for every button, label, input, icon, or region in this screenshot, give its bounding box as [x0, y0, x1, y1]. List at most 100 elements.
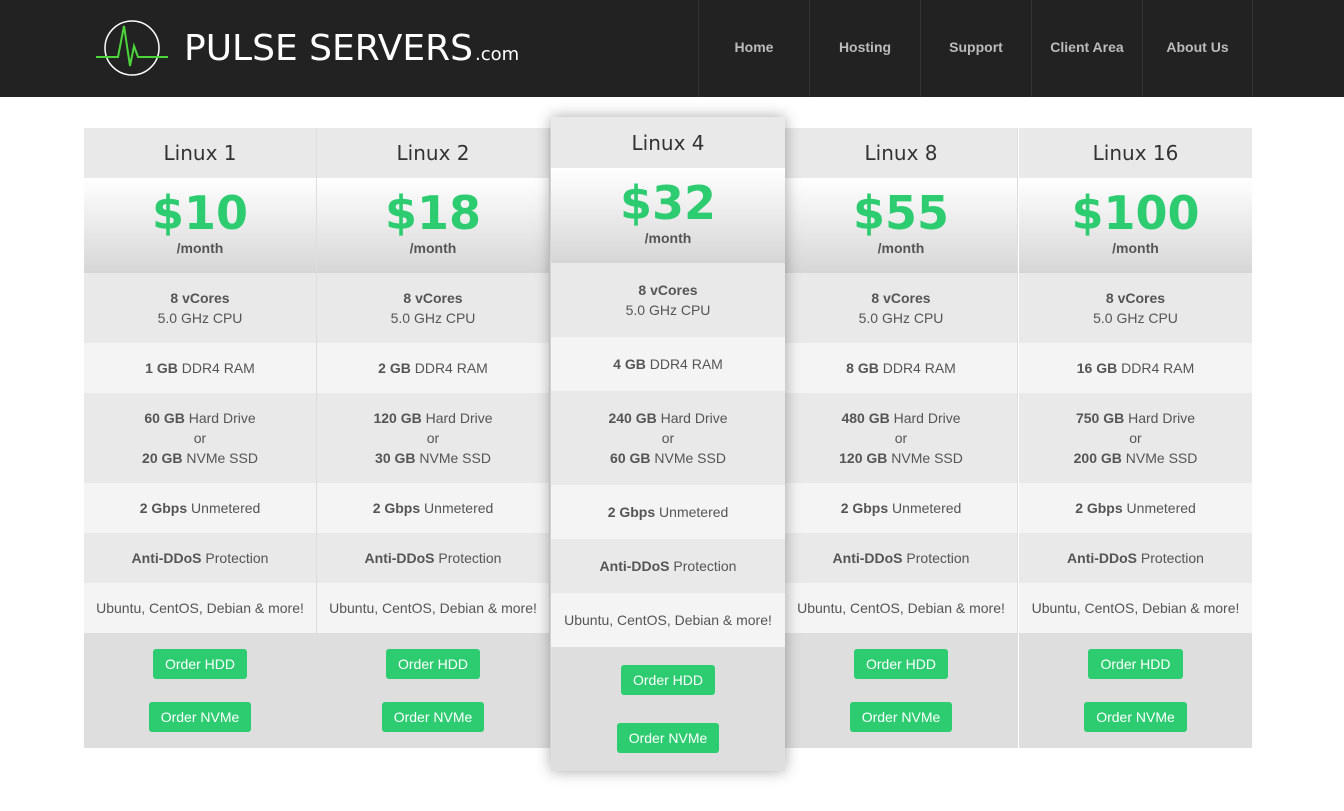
cpu-feature: 8 vCores 5.0 GHz CPU	[551, 263, 785, 337]
bandwidth-label: Unmetered	[892, 500, 962, 516]
cores: 8 vCores	[638, 282, 698, 298]
bandwidth: 2 Gbps	[372, 500, 421, 516]
os-feature: Ubuntu, CentOS, Debian & more!	[1019, 583, 1252, 633]
plan-price: $32 /month	[551, 168, 785, 263]
storage-feature: 240 GB Hard Drive or 60 GB NVMe SSD	[551, 391, 785, 485]
pulse-logo-icon	[96, 20, 168, 76]
pricing-column: Linux 4 $32 /month 8 vCores 5.0 GHz CPU 4…	[551, 117, 785, 771]
ssd-label: NVMe SSD	[419, 450, 491, 466]
cpu-feature: 8 vCores 5.0 GHz CPU	[1019, 273, 1252, 343]
ram-label: DDR4 RAM	[882, 360, 956, 376]
price-period: /month	[877, 239, 925, 256]
order-nvme-button[interactable]: Order NVMe	[381, 702, 485, 733]
bandwidth: 2 Gbps	[607, 504, 656, 520]
cpu-feature: 8 vCores 5.0 GHz CPU	[785, 273, 1017, 343]
order-hdd-button[interactable]: Order HDD	[620, 665, 715, 695]
order-buttons: Order HDD Order NVMe	[84, 633, 316, 748]
ddos-feature: Anti-DDoS Protection	[84, 533, 316, 583]
bandwidth-label: Unmetered	[424, 500, 494, 516]
ssd-size: 30 GB	[375, 450, 416, 466]
order-nvme-button[interactable]: Order NVMe	[148, 702, 252, 733]
ddos-label: Protection	[205, 550, 269, 566]
ssd-size: 20 GB	[142, 450, 183, 466]
bandwidth-feature: 2 Gbps Unmetered	[317, 483, 549, 533]
ddos: Anti-DDoS	[1067, 550, 1138, 566]
plan-name: Linux 1	[84, 128, 316, 178]
pricing-column: Linux 8 $55 /month 8 vCores 5.0 GHz CPU 8…	[785, 128, 1018, 748]
pricing-column: Linux 2 $18 /month 8 vCores 5.0 GHz CPU 2…	[317, 128, 550, 748]
order-nvme-button[interactable]: Order NVMe	[1084, 702, 1187, 733]
storage-feature: 120 GB Hard Drive or 30 GB NVMe SSD	[317, 393, 549, 483]
ssd-label: NVMe SSD	[654, 450, 726, 466]
storage-feature: 750 GB Hard Drive or 200 GB NVMe SSD	[1019, 393, 1252, 483]
ddos-feature: Anti-DDoS Protection	[317, 533, 549, 583]
nav-about-us[interactable]: About Us	[1142, 0, 1253, 97]
order-hdd-button[interactable]: Order HDD	[853, 648, 948, 679]
ddos-label: Protection	[438, 550, 502, 566]
order-buttons: Order HDD Order NVMe	[1019, 633, 1252, 748]
order-hdd-button[interactable]: Order HDD	[152, 648, 247, 679]
ddos-feature: Anti-DDoS Protection	[551, 539, 785, 593]
plan-price: $55 /month	[785, 178, 1017, 273]
plan-name: Linux 4	[551, 117, 785, 168]
ram-size: 2 GB	[378, 360, 411, 376]
order-hdd-button[interactable]: Order HDD	[1088, 648, 1183, 679]
pricing-column: Linux 1 $10 /month 8 vCores 5.0 GHz CPU 1…	[84, 128, 317, 748]
nav-hosting[interactable]: Hosting	[809, 0, 920, 97]
ddos-label: Protection	[906, 550, 970, 566]
ddos: Anti-DDoS	[131, 550, 202, 566]
nav-home[interactable]: Home	[698, 0, 809, 97]
ssd-label: NVMe SSD	[1125, 450, 1198, 466]
cores: 8 vCores	[871, 290, 931, 306]
bandwidth-label: Unmetered	[1126, 500, 1196, 516]
price-period: /month	[176, 239, 224, 256]
os-feature: Ubuntu, CentOS, Debian & more!	[551, 593, 785, 647]
order-buttons: Order HDD Order NVMe	[317, 633, 549, 748]
bandwidth-feature: 2 Gbps Unmetered	[1019, 483, 1252, 533]
nav-support[interactable]: Support	[920, 0, 1031, 97]
cores: 8 vCores	[1105, 290, 1166, 306]
price-period: /month	[409, 239, 457, 256]
ram-size: 16 GB	[1076, 360, 1118, 376]
site-header: PULSE SERVERS .com Home Hosting Support C…	[0, 0, 1344, 97]
bandwidth-label: Unmetered	[191, 500, 261, 516]
ddos-label: Protection	[673, 558, 737, 574]
os-feature: Ubuntu, CentOS, Debian & more!	[785, 583, 1017, 633]
bandwidth: 2 Gbps	[840, 500, 889, 516]
or-text: or	[1129, 430, 1142, 446]
price-amount: $10	[151, 185, 249, 240]
order-nvme-button[interactable]: Order NVMe	[849, 702, 953, 733]
nav-client-area[interactable]: Client Area	[1031, 0, 1142, 97]
ram-size: 4 GB	[613, 356, 646, 372]
cpu-speed: 5.0 GHz CPU	[390, 310, 476, 326]
plan-price: $10 /month	[84, 178, 316, 273]
order-nvme-button[interactable]: Order NVMe	[616, 723, 720, 753]
ssd-label: NVMe SSD	[891, 450, 963, 466]
main-nav: Home Hosting Support Client Area About U…	[698, 0, 1253, 97]
ram-label: DDR4 RAM	[414, 360, 488, 376]
cores: 8 vCores	[170, 290, 230, 306]
order-hdd-button[interactable]: Order HDD	[385, 648, 480, 679]
plan-name: Linux 2	[317, 128, 549, 178]
ddos-feature: Anti-DDoS Protection	[1019, 533, 1252, 583]
storage-feature: 60 GB Hard Drive or 20 GB NVMe SSD	[84, 393, 316, 483]
price-amount: $55	[852, 185, 950, 240]
ram-feature: 1 GB DDR4 RAM	[84, 343, 316, 393]
order-buttons: Order HDD Order NVMe	[785, 633, 1017, 748]
or-text: or	[894, 430, 908, 446]
bandwidth-feature: 2 Gbps Unmetered	[785, 483, 1017, 533]
ssd-size: 60 GB	[610, 450, 651, 466]
or-text: or	[426, 430, 440, 446]
logo[interactable]: PULSE SERVERS .com	[96, 18, 519, 78]
ram-label: DDR4 RAM	[181, 360, 255, 376]
ram-size: 8 GB	[846, 360, 879, 376]
plan-name: Linux 8	[785, 128, 1017, 178]
brand-name: PULSE SERVERS .com	[184, 27, 520, 69]
cpu-speed: 5.0 GHz CPU	[625, 302, 711, 318]
ssd-label: NVMe SSD	[186, 450, 258, 466]
ram-label: DDR4 RAM	[649, 356, 723, 372]
plan-price: $18 /month	[317, 178, 549, 273]
plan-price: $100 /month	[1019, 178, 1252, 273]
cpu-feature: 8 vCores 5.0 GHz CPU	[84, 273, 316, 343]
hdd-size: 750 GB	[1075, 410, 1125, 426]
